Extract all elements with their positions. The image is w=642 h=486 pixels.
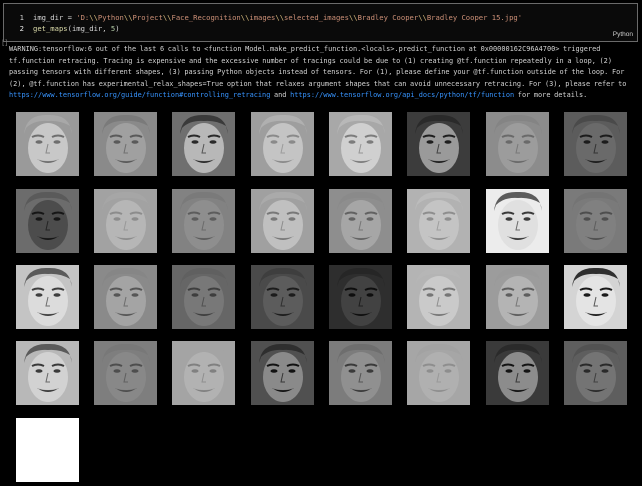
feature-map-image xyxy=(329,112,392,176)
code-line-1[interactable]: 1 img_dir = 'D:\\Python\\Project\\Face_Re… xyxy=(11,12,522,23)
feature-map-image xyxy=(94,189,157,253)
line-number: 2 xyxy=(19,24,24,33)
code-escape: \\ xyxy=(275,13,285,22)
feature-map-image xyxy=(407,189,470,253)
feature-map-image xyxy=(486,341,549,405)
feature-map-image xyxy=(251,265,314,329)
feature-map-image xyxy=(251,341,314,405)
code-escape: \\ xyxy=(89,13,98,22)
code-line-2[interactable]: 2 get_maps(img_dir, 5) xyxy=(11,23,120,34)
feature-map-image xyxy=(16,265,79,329)
feature-map-image xyxy=(172,189,235,253)
feature-map-image xyxy=(407,265,470,329)
code-argument: img_dir xyxy=(71,24,103,33)
feature-map-image xyxy=(407,341,470,405)
code-string-part: Bradley Cooper xyxy=(357,13,419,22)
feature-map-image xyxy=(564,341,627,405)
warning-tail: for more details. xyxy=(514,91,588,99)
feature-map-image xyxy=(16,418,79,482)
link-separator: and xyxy=(270,91,291,99)
code-paren: ) xyxy=(115,24,120,33)
feature-map-image xyxy=(251,189,314,253)
cell-output: WARNING:tensorflow:6 out of the last 6 c… xyxy=(9,44,633,102)
code-string-part: Python xyxy=(97,13,124,22)
code-string-part: selected_images xyxy=(284,13,349,22)
feature-map-image xyxy=(486,112,549,176)
code-escape: \\ xyxy=(123,13,133,22)
code-string-part: Project xyxy=(132,13,163,22)
feature-map-image xyxy=(407,112,470,176)
code-string-part: Face_Recognition xyxy=(171,13,241,22)
code-escape: \\ xyxy=(348,13,358,22)
feature-map-image xyxy=(16,189,79,253)
feature-map-image xyxy=(251,112,314,176)
language-badge[interactable]: Python xyxy=(613,31,633,38)
code-cell[interactable]: 1 img_dir = 'D:\\Python\\Project\\Face_Re… xyxy=(2,3,638,47)
feature-map-image xyxy=(564,265,627,329)
feature-map-image xyxy=(16,112,79,176)
line-number: 1 xyxy=(19,13,24,22)
feature-map-image xyxy=(486,189,549,253)
tf-function-docs-link[interactable]: https://www.tensorflow.org/api_docs/pyth… xyxy=(290,91,514,99)
code-variable: img_dir xyxy=(33,13,64,22)
code-operator: = xyxy=(63,13,77,22)
warning-text: WARNING:tensorflow:6 out of the last 6 c… xyxy=(9,45,627,88)
feature-map-image xyxy=(172,112,235,176)
feature-map-image xyxy=(16,341,79,405)
code-string-prefix: 'D: xyxy=(76,13,90,22)
feature-map-image xyxy=(329,341,392,405)
feature-map-image xyxy=(564,189,627,253)
feature-map-image xyxy=(94,112,157,176)
code-escape: \\ xyxy=(162,13,172,22)
code-function-name: get_maps xyxy=(33,24,68,33)
feature-map-image xyxy=(486,265,549,329)
retracing-guide-link[interactable]: https://www.tensorflow.org/guide/functio… xyxy=(9,91,270,99)
code-separator: , xyxy=(102,24,111,33)
feature-map-image xyxy=(172,341,235,405)
code-string-part: Bradley Cooper 15.jpg' xyxy=(426,13,523,22)
feature-map-image xyxy=(94,341,157,405)
feature-map-image xyxy=(172,265,235,329)
execution-count: [] xyxy=(2,39,8,47)
code-escape: \\ xyxy=(418,13,427,22)
feature-map-image xyxy=(329,265,392,329)
feature-map-image xyxy=(329,189,392,253)
code-string-part: images xyxy=(249,13,276,22)
feature-map-image xyxy=(564,112,627,176)
feature-map-image xyxy=(94,265,157,329)
